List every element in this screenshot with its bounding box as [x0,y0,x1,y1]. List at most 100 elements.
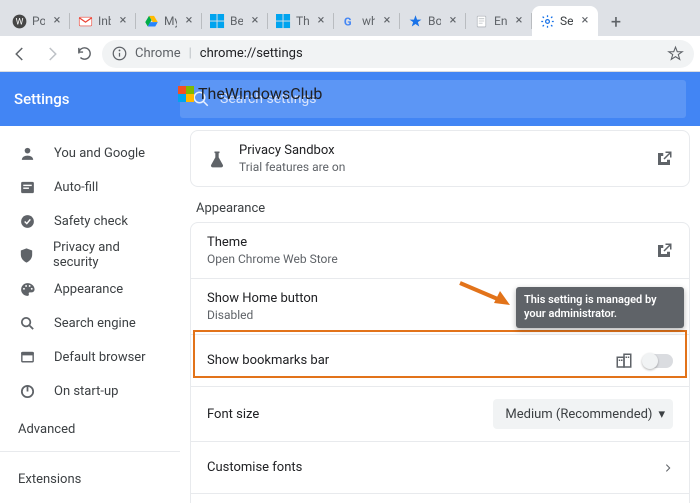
tab-label: My [164,14,177,28]
gear-icon [540,14,555,29]
twc-icon [210,14,225,29]
tab-label: Bookm [428,14,441,28]
row-title: Theme [207,235,643,250]
svg-text:G: G [344,15,352,28]
doc-icon [474,14,489,29]
tab-bookmarks[interactable]: Bookm × [400,6,466,36]
sidebar-item-on-startup[interactable]: On start-up [0,374,180,408]
forward-button[interactable] [38,40,66,68]
privacy-sandbox-row[interactable]: Privacy Sandbox Trial features are on [191,131,689,186]
tab-enable[interactable]: Enable × [466,6,532,36]
appearance-card: Theme Open Chrome Web Store Show Home bu… [190,222,690,503]
sidebar-item-label: Search engine [54,316,136,331]
tab-label: Pos [32,14,45,28]
sidebar-item-label: You and Google [54,146,145,161]
sidebar-item-search-engine[interactable]: Search engine [0,306,180,340]
drive-icon [144,14,159,29]
svg-text:W: W [16,17,24,27]
star-icon [408,14,423,29]
palette-icon [18,280,36,298]
customise-fonts-row[interactable]: Customise fonts [191,441,689,493]
font-size-row: Font size Medium (Recommended) ▾ [191,386,689,441]
close-icon[interactable]: × [248,14,262,28]
sidebar-item-autofill[interactable]: Auto-fill [0,170,180,204]
address-bar[interactable]: Chrome | chrome://settings [102,40,694,68]
page-title: Settings [14,90,166,108]
tab-the[interactable]: The × [268,6,334,36]
chevron-right-icon [663,461,673,475]
tab-label: Inbo [98,14,111,28]
close-icon[interactable]: × [116,14,130,28]
tab-settings[interactable]: Sett × [532,6,598,36]
bookmark-star-icon[interactable] [667,45,684,62]
bookmarks-bar-row[interactable]: Show bookmarks bar [191,334,689,386]
url-chip: Chrome [135,46,181,61]
open-in-new-icon [655,242,673,260]
shield-icon [18,246,35,264]
sidebar-item-privacy[interactable]: Privacy and security [0,238,180,272]
sidebar-extensions[interactable]: Extensions [0,458,180,495]
settings-header: Settings [0,72,700,126]
page-zoom-row: Page zoom 100% ▾ [191,493,689,503]
url-text: chrome://settings [200,46,659,61]
sidebar-item-appearance[interactable]: Appearance [0,272,180,306]
appearance-heading: Appearance [196,201,690,216]
close-icon[interactable]: × [182,14,196,28]
tab-label: Bes [230,14,243,28]
row-title: Show bookmarks bar [207,353,603,368]
tab-strip: W Pos × Inbo × My × Bes × The × G what i… [0,0,700,36]
tab-label: The [296,14,309,28]
close-icon[interactable]: × [578,14,592,28]
reload-button[interactable] [70,40,98,68]
browser-icon [18,348,36,366]
tab-inbox[interactable]: Inbo × [70,6,136,36]
row-sub: Open Chrome Web Store [207,252,643,266]
row-title: Font size [207,407,481,422]
wordpress-icon: W [12,14,27,29]
managed-tooltip: This setting is managed by your administ… [516,287,684,328]
theme-row[interactable]: Theme Open Chrome Web Store [191,223,689,278]
font-size-dropdown[interactable]: Medium (Recommended) ▾ [493,399,673,429]
sidebar-item-safety[interactable]: Safety check [0,204,180,238]
sidebar-item-default-browser[interactable]: Default browser [0,340,180,374]
chevron-down-icon: ▾ [658,407,665,422]
power-icon [18,382,36,400]
dropdown-value: Medium (Recommended) [505,407,652,422]
close-icon[interactable]: × [446,14,460,28]
autofill-icon [18,178,36,196]
sidebar-item-label: Default browser [54,350,146,365]
sidebar-advanced[interactable]: Advanced [0,408,180,445]
tab-label: what is [362,14,375,28]
search-icon [192,90,210,108]
browser-toolbar: Chrome | chrome://settings [0,36,700,72]
close-icon[interactable]: × [314,14,328,28]
sidebar-item-you-and-google[interactable]: You and Google [0,136,180,170]
close-icon[interactable]: × [50,14,64,28]
gmail-icon [78,14,93,29]
twc-icon [276,14,291,29]
new-tab-button[interactable]: + [602,8,630,36]
search-settings[interactable] [180,80,686,118]
sidebar-item-label: Auto-fill [54,180,98,195]
back-button[interactable] [6,40,34,68]
search-input[interactable] [220,91,674,107]
tab-drive[interactable]: My × [136,6,202,36]
tab-label: Enable [494,14,507,28]
search-icon [18,314,36,332]
google-icon: G [342,14,357,29]
row-title: Customise fonts [207,460,651,475]
site-info-icon[interactable] [112,46,127,61]
managed-by-org-icon [615,352,633,370]
bookmarks-toggle[interactable] [643,354,673,368]
tab-posts[interactable]: W Pos × [4,6,70,36]
tab-whatis[interactable]: G what is × [334,6,400,36]
safety-icon [18,212,36,230]
sidebar-item-label: Privacy and security [53,240,162,270]
tab-best[interactable]: Bes × [202,6,268,36]
close-icon[interactable]: × [512,14,526,28]
settings-sidebar: You and Google Auto-fill Safety check Pr… [0,126,180,503]
sidebar-about-chrome[interactable]: About Chrome [0,495,180,503]
row-sub: Trial features are on [239,160,643,174]
close-icon[interactable]: × [380,14,394,28]
divider [0,451,180,452]
